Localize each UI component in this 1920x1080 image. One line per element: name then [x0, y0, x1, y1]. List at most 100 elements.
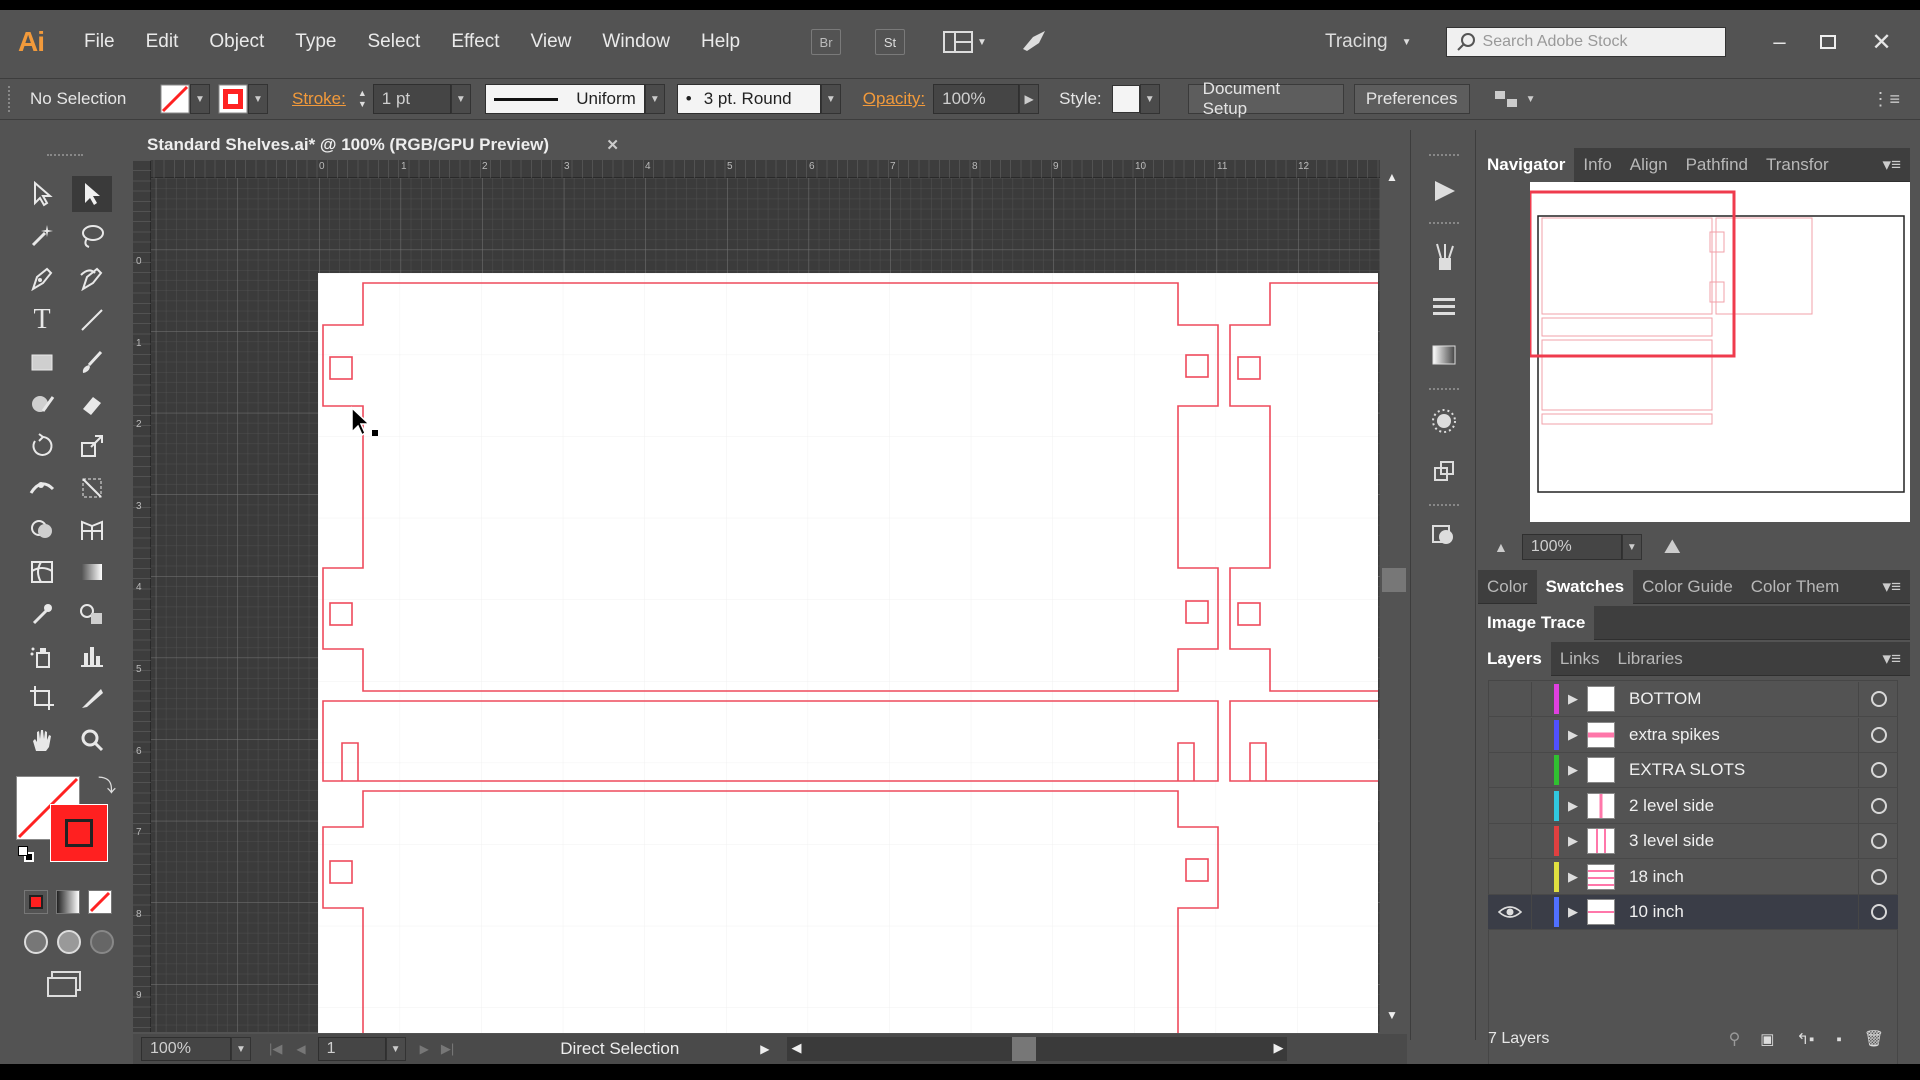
close-document-icon[interactable]: ✕ [606, 136, 619, 154]
brush-definition[interactable]: • 3 pt. Round [676, 84, 821, 114]
opacity-field[interactable]: 100% [933, 84, 1020, 114]
artboard-tool[interactable] [22, 680, 62, 716]
vertical-ruler[interactable]: 0 1 2 3 4 5 6 7 8 9 [133, 160, 151, 1032]
tab-transform[interactable]: Transfor [1757, 155, 1838, 175]
visibility-toggle[interactable] [1488, 681, 1532, 717]
symbol-sprayer-tool[interactable] [22, 638, 62, 674]
shape-builder-tool[interactable] [22, 512, 62, 548]
brushes-panel-button[interactable] [1431, 242, 1457, 277]
selection-tool[interactable] [22, 176, 62, 212]
layer-row-bottom[interactable]: ▶ BOTTOM [1488, 681, 1898, 717]
brush-dropdown[interactable]: ▼ [820, 84, 841, 114]
direct-selection-tool[interactable] [72, 176, 112, 212]
layer-name[interactable]: 10 inch [1629, 902, 1858, 922]
layer-row-2-level-side[interactable]: ▶ 2 level side [1488, 788, 1898, 824]
horizontal-scrollbar[interactable]: ◀ ▶ [787, 1037, 1288, 1061]
layer-row-3-level-side[interactable]: ▶ 3 level side [1488, 823, 1898, 859]
expand-layer-icon[interactable]: ▶ [1559, 833, 1587, 849]
tab-color[interactable]: Color [1478, 577, 1537, 597]
zoom-out-mountain-icon[interactable]: ▲ [1494, 539, 1508, 555]
actions-panel-button[interactable] [1431, 178, 1457, 209]
visibility-toggle[interactable] [1488, 788, 1532, 824]
expand-layer-icon[interactable]: ▶ [1559, 869, 1587, 885]
previous-artboard-icon[interactable]: ◀ [296, 1042, 305, 1056]
line-segment-tool[interactable] [72, 302, 112, 338]
document-setup-button[interactable]: Document Setup [1187, 79, 1344, 118]
tab-navigator[interactable]: Navigator [1478, 147, 1575, 182]
opacity-panel-link[interactable]: Opacity: [863, 89, 925, 109]
stock-search-field[interactable]: Search Adobe Stock [1445, 27, 1726, 57]
rectangle-tool[interactable] [22, 344, 62, 380]
horizontal-ruler[interactable]: 0 1 2 3 4 5 6 7 8 9 10 11 12 [133, 160, 1407, 178]
gradient-mode-button[interactable] [56, 890, 80, 914]
close-window-button[interactable]: ✕ [1852, 28, 1912, 57]
menu-file[interactable]: File [84, 31, 115, 53]
control-bar-grip[interactable] [8, 86, 16, 112]
gradient-panel-button[interactable] [1431, 342, 1457, 373]
layer-name[interactable]: EXTRA SLOTS [1629, 760, 1858, 780]
tab-image-trace[interactable]: Image Trace [1478, 605, 1595, 640]
menu-select[interactable]: Select [368, 31, 421, 53]
style-dropdown[interactable]: ▼ [1139, 84, 1160, 114]
menu-view[interactable]: View [531, 31, 572, 53]
eyedropper-tool[interactable] [22, 596, 62, 632]
tab-libraries[interactable]: Libraries [1609, 649, 1692, 669]
draw-inside-icon[interactable] [90, 930, 114, 954]
color-mode-button[interactable] [24, 890, 48, 914]
document-tab[interactable]: Standard Shelves.ai* @ 100% (RGB/GPU Pre… [133, 130, 633, 160]
artboard[interactable] [318, 273, 1378, 1033]
mesh-tool[interactable] [22, 554, 62, 590]
preferences-button[interactable]: Preferences [1353, 84, 1470, 114]
first-artboard-icon[interactable]: |◀ [269, 1041, 282, 1057]
bridge-button[interactable]: Br [811, 29, 842, 55]
panel-menu-icon[interactable]: ▾≡ [1874, 577, 1910, 597]
layer-row-18-inch[interactable]: ▶ 18 inch [1488, 859, 1898, 895]
type-tool[interactable]: T [22, 302, 62, 338]
layer-target[interactable] [1858, 681, 1898, 717]
slice-tool[interactable] [72, 680, 112, 716]
layer-row-extra-slots[interactable]: ▶ EXTRA SLOTS [1488, 752, 1898, 788]
vertical-scrollbar[interactable]: ▲ ▼ [1380, 160, 1407, 1032]
screen-mode-button[interactable] [46, 970, 84, 998]
eraser-tool[interactable] [72, 386, 112, 422]
visibility-toggle[interactable] [1488, 752, 1532, 788]
trash-icon[interactable]: 🗑 [1864, 1029, 1884, 1049]
layer-row-extra-spikes[interactable]: ▶ extra spikes [1488, 717, 1898, 753]
tab-info[interactable]: Info [1574, 155, 1620, 175]
visibility-toggle[interactable] [1488, 717, 1532, 753]
opacity-slider-toggle[interactable]: ▶ [1019, 84, 1040, 114]
expand-layer-icon[interactable]: ▶ [1559, 727, 1587, 743]
scroll-up-icon[interactable]: ▲ [1386, 170, 1398, 184]
zoom-dropdown[interactable]: ▼ [231, 1037, 251, 1061]
variable-width-profile[interactable]: Uniform [484, 84, 645, 114]
draw-behind-icon[interactable] [57, 930, 81, 954]
graphic-style-swatch[interactable] [1111, 85, 1140, 113]
none-mode-button[interactable] [88, 890, 112, 914]
dock-grip[interactable] [1429, 388, 1459, 390]
create-new-layer-icon[interactable]: ▪ [1836, 1031, 1841, 1048]
profile-dropdown[interactable]: ▼ [644, 84, 665, 114]
menu-effect[interactable]: Effect [451, 31, 499, 53]
lasso-tool[interactable] [72, 218, 112, 254]
shelf-artwork[interactable] [318, 273, 1378, 1033]
layer-row-10-inch[interactable]: ▶ 10 inch [1488, 894, 1898, 930]
stroke-weight-dropdown[interactable]: ▼ [450, 84, 471, 114]
layer-name[interactable]: 2 level side [1629, 796, 1858, 816]
locate-object-icon[interactable]: ⚲ [1729, 1029, 1741, 1049]
rotate-tool[interactable] [22, 428, 62, 464]
blend-tool[interactable] [72, 596, 112, 632]
zoom-in-mountain-icon[interactable]: ⛰ [1664, 536, 1681, 559]
navigator-zoom-field[interactable]: 100% [1521, 534, 1622, 560]
next-artboard-icon[interactable]: ▶ [420, 1042, 429, 1056]
last-artboard-icon[interactable]: ▶| [441, 1041, 454, 1057]
dock-grip[interactable] [1429, 154, 1459, 156]
menu-window[interactable]: Window [602, 31, 670, 53]
paintbrush-tool[interactable] [72, 344, 112, 380]
maximize-button[interactable] [1804, 35, 1852, 49]
stroke-swatch-control[interactable]: ▼ [218, 84, 268, 114]
control-bar-menu-button[interactable]: ⋮≡ [1871, 89, 1900, 110]
draw-normal-icon[interactable] [24, 930, 48, 954]
dock-grip[interactable] [1429, 222, 1459, 224]
free-transform-tool[interactable] [72, 470, 112, 506]
arrange-documents-button[interactable]: ▼ [943, 31, 987, 53]
